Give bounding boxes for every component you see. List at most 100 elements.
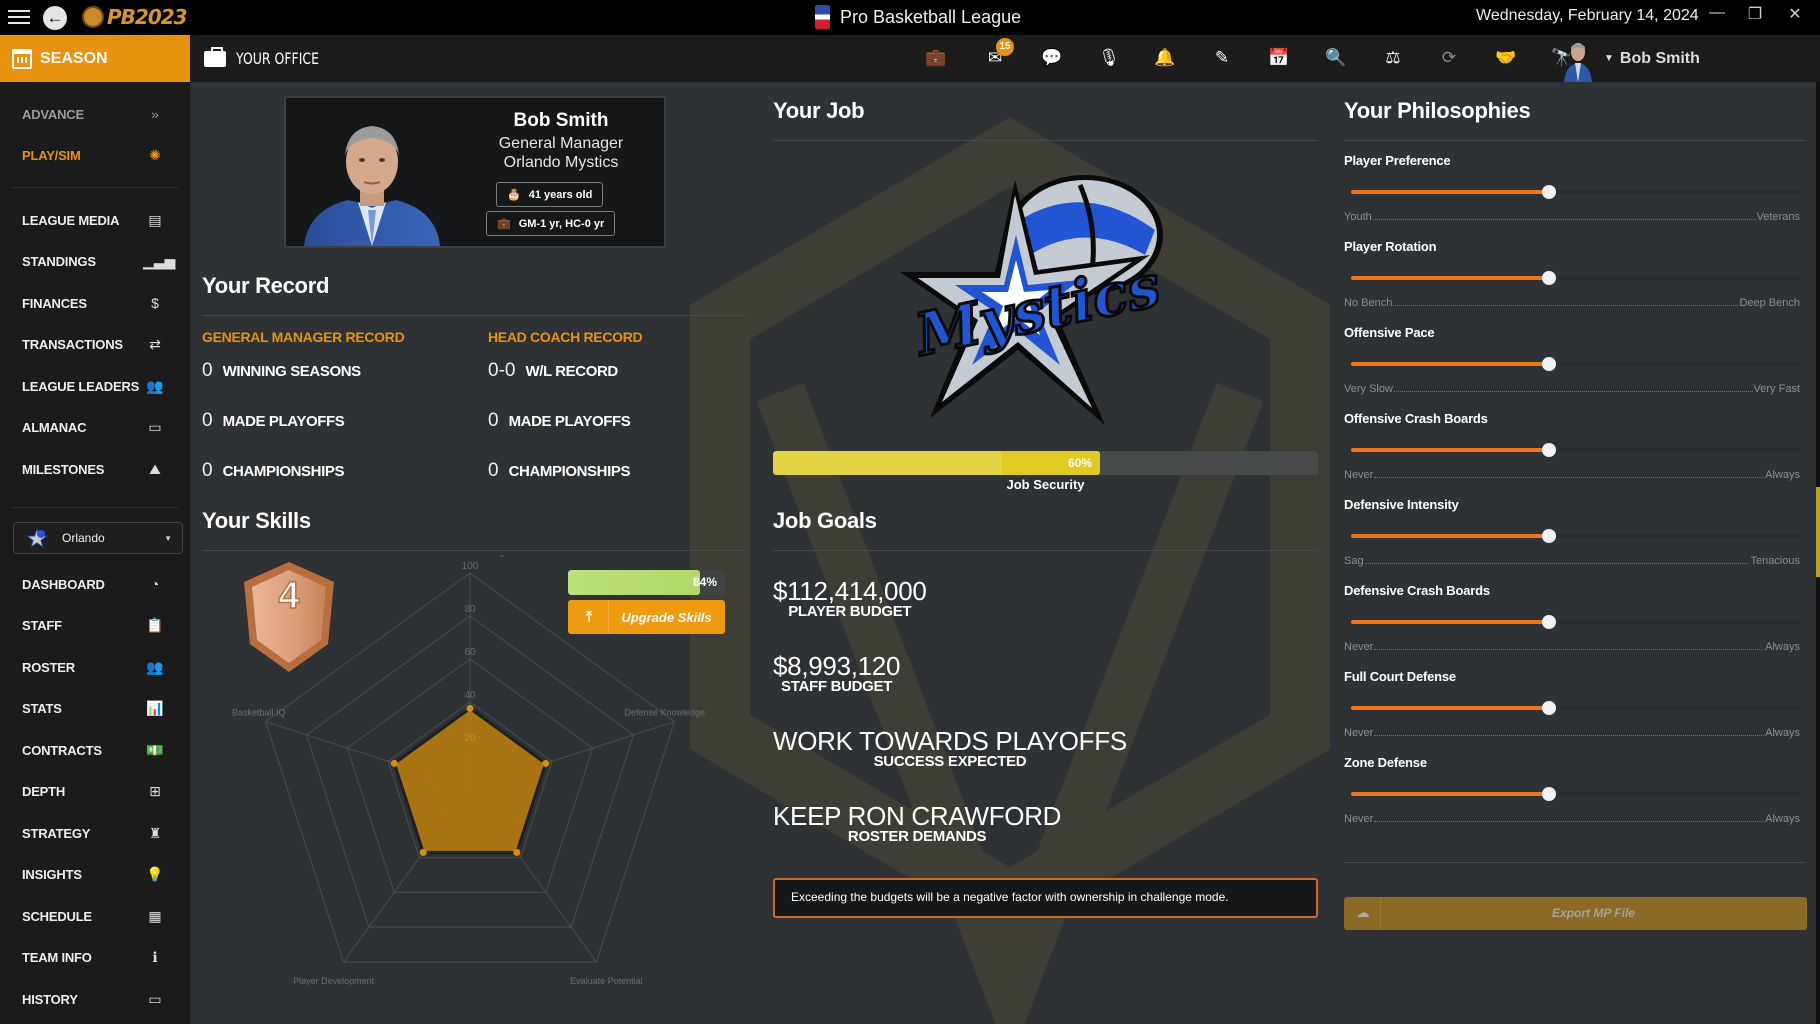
slider-thumb[interactable]: [1542, 615, 1556, 629]
player-preference-slider[interactable]: [1351, 185, 1801, 199]
job-goal: $8,993,120 STAFF BUDGET: [773, 651, 900, 695]
full-court-defense-slider[interactable]: [1351, 701, 1801, 715]
scale-min-label: Very Slow: [1344, 383, 1393, 395]
sync-button[interactable]: ⟳: [1436, 45, 1462, 71]
briefcase-icon: 💼: [497, 218, 511, 230]
sidebar-item-schedule[interactable]: SCHEDULE ▦: [0, 898, 180, 934]
offensive-crash-boards-slider[interactable]: [1351, 443, 1801, 457]
slider-thumb[interactable]: [1542, 357, 1556, 371]
league-title: Pro Basketball League: [815, 5, 1021, 29]
handshake-button[interactable]: 🤝: [1493, 45, 1519, 71]
edit-button[interactable]: ✎: [1209, 45, 1235, 71]
export-mp-file-button[interactable]: ☁ Export MP File: [1344, 897, 1807, 930]
defensive-crash-boards-label: Defensive Crash Boards: [1344, 583, 1490, 598]
sidebar-item-league-media[interactable]: LEAGUE MEDIA ▤: [0, 202, 180, 238]
your-office-tab[interactable]: YOUR OFFICE: [204, 35, 342, 82]
basketball-logo-icon: [82, 6, 104, 28]
record-value: 0: [202, 360, 213, 381]
sidebar-divider: [12, 507, 178, 508]
tenure-badge: 💼 GM-1 yr, HC-0 yr: [486, 211, 616, 236]
scale-icon: ⚖: [1385, 48, 1401, 67]
dotted-leader: [1393, 297, 1739, 306]
sidebar-item-contracts[interactable]: CONTRACTS 💵: [0, 732, 180, 768]
history-icon: ▭: [148, 990, 162, 1007]
job-goal: $112,414,000 PLAYER BUDGET: [773, 576, 927, 620]
search-icon: 🔍: [1325, 48, 1347, 67]
hc-record-row: 0 CHAMPIONSHIPS: [488, 460, 630, 482]
radar-tick-label: 80: [464, 604, 476, 615]
sidebar-item-strategy[interactable]: STRATEGY ♜: [0, 815, 180, 851]
sidebar-item-depth[interactable]: DEPTH ⊞: [0, 774, 180, 810]
gm-portrait: [304, 126, 440, 246]
team-select-dropdown[interactable]: Orlando ▼: [13, 522, 183, 554]
slider-thumb[interactable]: [1542, 787, 1556, 801]
mail-button[interactable]: ✉ 15: [982, 38, 1014, 71]
sidebar-item-milestones[interactable]: MILESTONES ⛰: [0, 451, 180, 487]
play-sim-icon: ✺: [149, 147, 161, 163]
app-logo: PB2023: [82, 4, 188, 30]
radar-axis-label: Offense Knowledge: [431, 555, 509, 557]
player-rotation-slider[interactable]: [1351, 271, 1801, 285]
sidebar-item-insights[interactable]: INSIGHTS 💡: [0, 857, 180, 893]
main-scrollbar[interactable]: [1816, 82, 1820, 1024]
defensive-crash-boards-slider[interactable]: [1351, 615, 1801, 629]
sidebar-item-transactions[interactable]: TRANSACTIONS ⇄: [0, 327, 180, 363]
sidebar-item-advance[interactable]: ADVANCE »: [0, 96, 180, 132]
search-button[interactable]: 🔍: [1323, 45, 1349, 71]
profile-card: Bob Smith General Manager Orlando Mystic…: [284, 96, 666, 248]
season-tab[interactable]: SEASON: [0, 35, 190, 82]
sidebar-item-label: PLAY/SIM: [22, 148, 81, 163]
briefcase-button[interactable]: 💼: [923, 45, 949, 71]
current-date: Wednesday, February 14, 2024: [1476, 7, 1699, 24]
record-value: 0: [488, 460, 499, 481]
slider-thumb[interactable]: [1542, 185, 1556, 199]
sidebar-item-roster[interactable]: ROSTER 👥: [0, 649, 180, 685]
job-security-caption: Job Security: [1006, 477, 1085, 492]
back-arrow-icon[interactable]: ←: [43, 6, 67, 30]
sidebar-item-staff[interactable]: STAFF 📋: [0, 608, 180, 644]
sidebar-item-team-info[interactable]: TEAM INFO ℹ: [0, 940, 180, 976]
hamburger-menu-icon[interactable]: [8, 7, 30, 27]
full-court-defense-label: Full Court Defense: [1344, 669, 1456, 684]
scale-button[interactable]: ⚖: [1380, 45, 1406, 71]
microphone-button[interactable]: 🎙: [1096, 45, 1122, 71]
slider-thumb[interactable]: [1542, 443, 1556, 457]
scale-min-label: Never: [1344, 727, 1374, 739]
calendar-check-button[interactable]: 📅: [1266, 45, 1292, 71]
sidebar-item-stats[interactable]: STATS 📊: [0, 691, 180, 727]
sidebar-item-league-leaders[interactable]: LEAGUE LEADERS 👥: [0, 368, 180, 404]
age-badge: 🎂 41 years old: [496, 182, 604, 207]
offensive-pace-slider[interactable]: [1351, 357, 1801, 371]
age-text: 41 years old: [528, 188, 593, 201]
sidebar-item-finances[interactable]: FINANCES $: [0, 285, 180, 321]
team-logo: Mystics: [900, 175, 1167, 425]
restore-button[interactable]: ❐: [1743, 4, 1767, 24]
scrollbar-thumb[interactable]: [1816, 487, 1820, 577]
slider-thumb[interactable]: [1542, 529, 1556, 543]
gm-record-row: 0 WINNING SEASONS: [202, 360, 361, 382]
user-avatar[interactable]: [1560, 38, 1596, 82]
sidebar-item-play-sim[interactable]: PLAY/SIM ✺: [0, 138, 180, 174]
user-menu[interactable]: ▼ Bob Smith: [1564, 35, 1700, 82]
bell-button[interactable]: 🔔: [1152, 45, 1178, 71]
sync-icon: ⟳: [1441, 48, 1457, 67]
minimize-button[interactable]: —: [1705, 4, 1729, 22]
sidebar-item-dashboard[interactable]: DASHBOARD ◔: [0, 566, 180, 602]
slider-thumb[interactable]: [1542, 701, 1556, 715]
defensive-intensity-label: Defensive Intensity: [1344, 497, 1459, 512]
sidebar-item-label: DEPTH: [22, 784, 66, 799]
sidebar-item-standings[interactable]: STANDINGS ▁▃▅: [0, 244, 180, 280]
sidebar-item-almanac[interactable]: ALMANAC ▭: [0, 410, 180, 446]
zone-defense-slider[interactable]: [1351, 787, 1801, 801]
sidebar-item-label: STATS: [22, 701, 62, 716]
sidebar-item-history[interactable]: HISTORY ▭: [0, 981, 180, 1017]
export-mp-file-label: Export MP File: [1552, 906, 1635, 920]
chat-button[interactable]: 💬: [1039, 45, 1065, 71]
almanac-icon: ▭: [148, 419, 162, 435]
gm-record-row: 0 MADE PLAYOFFS: [202, 410, 345, 432]
offensive-pace-scale: Very Slow Very Fast: [1344, 383, 1800, 395]
contracts-icon: 💵: [146, 741, 164, 758]
slider-thumb[interactable]: [1542, 271, 1556, 285]
close-button[interactable]: ✕: [1783, 4, 1807, 24]
defensive-intensity-slider[interactable]: [1351, 529, 1801, 543]
